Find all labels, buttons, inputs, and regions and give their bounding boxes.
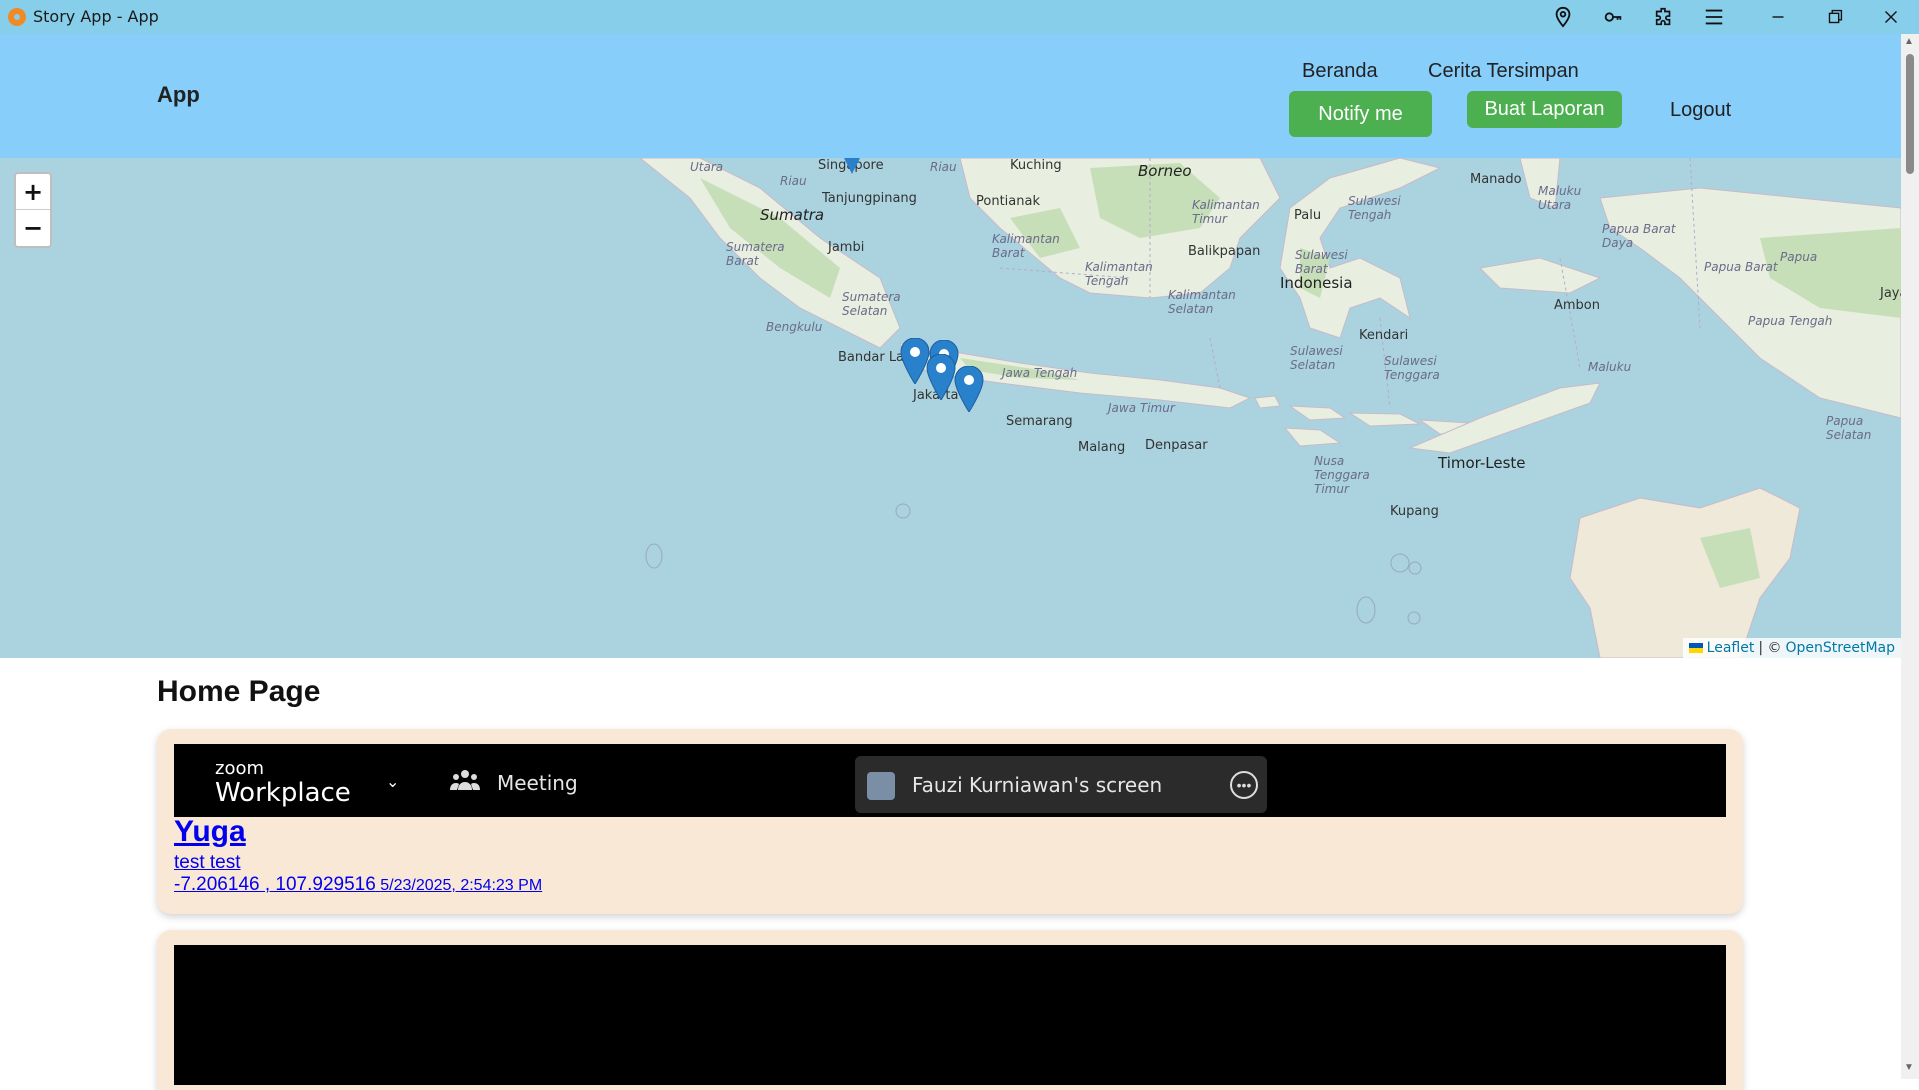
menu-icon[interactable] — [1699, 4, 1729, 30]
page-title: Home Page — [157, 675, 321, 708]
attribution-separator: | © — [1758, 640, 1782, 656]
zoom-share-pill: Fauzi Kurniawan's screen ••• — [855, 756, 1267, 813]
page-scrollbar[interactable]: ▲ ▼ — [1901, 34, 1919, 1079]
map-label-sumatera-selatan: Sumatera Selatan — [842, 290, 901, 318]
chevron-down-icon: ⌄ — [386, 774, 400, 791]
map-label-sulawesi-barat: Sulawesi Barat — [1295, 248, 1348, 276]
map-label-denpasar: Denpasar — [1145, 438, 1208, 453]
map-label-riau-2: Riau — [930, 160, 957, 174]
story-coordinates: -7.206146 , 107.929516 — [174, 874, 376, 895]
create-report-button[interactable]: Buat Laporan — [1467, 91, 1622, 128]
map-label-nusa-tenggara-timur: Nusa Tenggara Timur — [1314, 454, 1370, 496]
zoom-share-label: Fauzi Kurniawan's screen — [912, 773, 1163, 797]
map-label-papua-tengah: Papua Tengah — [1748, 314, 1833, 328]
map-label-kupang: Kupang — [1390, 504, 1439, 519]
map-label-ambon: Ambon — [1554, 298, 1601, 313]
story-name-link[interactable]: Yuga — [174, 815, 246, 849]
map-label-papua-barat-daya: Papua Barat Daya — [1602, 222, 1676, 250]
nav-beranda-link[interactable]: Beranda — [1302, 60, 1378, 83]
map-label-jambi: Jambi — [828, 240, 865, 255]
location-pin-icon[interactable] — [1548, 4, 1578, 30]
logout-link[interactable]: Logout — [1670, 99, 1731, 122]
openstreetmap-link[interactable]: OpenStreetMap — [1786, 640, 1895, 656]
map-label-kendari: Kendari — [1359, 328, 1409, 343]
scroll-down-arrow-icon[interactable]: ▼ — [1904, 1062, 1914, 1073]
map-label-balikpapan: Balikpapan — [1188, 244, 1261, 259]
story-card[interactable]: zoom Workplace ⌄ Meeting Fauzi Kurniawan… — [157, 729, 1743, 914]
app-header: App Beranda Cerita Tersimpan Notify me B… — [0, 34, 1901, 158]
scrollbar-thumb[interactable] — [1906, 54, 1914, 174]
map-label-bandar-lampung: Bandar La — [838, 350, 905, 365]
restore-icon[interactable] — [1820, 4, 1850, 30]
map-attribution: Leaflet | © OpenStreetMap — [1682, 638, 1901, 658]
app-icon — [8, 8, 26, 26]
zoom-in-button[interactable]: + — [16, 174, 50, 210]
map-label-sulawesi-tenggara: Sulawesi Tenggara — [1384, 354, 1440, 382]
map-marker-5[interactable] — [842, 158, 862, 174]
ukraine-flag-icon — [1688, 643, 1703, 653]
map-label-region-utara: Utara — [690, 160, 724, 174]
zoom-logo-workplace: Workplace — [215, 778, 351, 808]
map-label-timor-leste: Timor-Leste — [1438, 454, 1526, 472]
map-label-kalimantan-barat: Kalimantan Barat — [992, 232, 1060, 260]
map-label-sumatra: Sumatra — [760, 206, 825, 224]
map-label-maluku: Maluku — [1588, 360, 1632, 374]
map-label-maluku-utara: Maluku Utara — [1538, 184, 1582, 212]
map-label-papua: Papua — [1780, 250, 1818, 264]
zoom-logo-small: zoom — [215, 758, 265, 779]
map-label-manado: Manado — [1470, 172, 1522, 187]
leaflet-link[interactable]: Leaflet — [1707, 640, 1755, 656]
window-title: Story App - App — [33, 7, 159, 26]
map-label-kalimantan-tengah: Kalimantan Tengah — [1085, 260, 1153, 288]
map-label-malang: Malang — [1078, 440, 1126, 455]
more-options-icon: ••• — [1230, 771, 1258, 799]
map-label-kalimantan-selatan: Kalimantan Selatan — [1168, 288, 1236, 316]
map-marker-4[interactable] — [954, 366, 984, 412]
extensions-icon[interactable] — [1649, 4, 1679, 30]
map-label-papua-selatan: Papua Selatan — [1826, 414, 1872, 442]
zoom-meeting-label: Meeting — [497, 771, 578, 795]
zoom-out-button[interactable]: − — [16, 210, 50, 246]
close-icon[interactable] — [1876, 4, 1906, 30]
map-label-kalimantan-timur: Kalimantan Timur — [1192, 198, 1260, 226]
minimize-icon[interactable] — [1763, 4, 1793, 30]
map-label-tanjungpinang: Tanjungpinang — [822, 191, 917, 206]
map-zoom-control: + − — [14, 172, 52, 248]
map-marker-3[interactable] — [926, 354, 956, 400]
avatar — [867, 772, 895, 800]
story-meta[interactable]: -7.206146 , 107.929516 5/23/2025, 2:54:2… — [174, 874, 542, 896]
story-date: 5/23/2025, 2:54:23 PM — [380, 877, 543, 894]
map-label-jawa-timur: Jawa Timur — [1108, 401, 1175, 415]
notify-me-button[interactable]: Notify me — [1289, 91, 1432, 137]
map-label-jaya: Jaya — [1880, 286, 1901, 301]
map-label-sulawesi-selatan: Sulawesi Selatan — [1290, 344, 1343, 372]
map-label-sulawesi-tengah: Sulawesi Tengah — [1348, 194, 1401, 222]
map-label-palu: Palu — [1294, 208, 1322, 223]
story-image — [174, 945, 1726, 1085]
map-label-borneo: Borneo — [1138, 162, 1192, 180]
zoom-screenshot: zoom Workplace ⌄ Meeting Fauzi Kurniawan… — [174, 744, 1726, 817]
scroll-up-arrow-icon[interactable]: ▲ — [1904, 36, 1914, 47]
key-icon[interactable] — [1598, 4, 1628, 30]
story-image: zoom Workplace ⌄ Meeting Fauzi Kurniawan… — [174, 744, 1726, 817]
brand-title: App — [157, 82, 200, 107]
people-icon — [450, 770, 480, 790]
story-map[interactable]: Singapore Utara Tanjungpinang Sumatra Ri… — [0, 158, 1901, 658]
story-card[interactable] — [157, 930, 1743, 1090]
nav-saved-stories-link[interactable]: Cerita Tersimpan — [1428, 60, 1579, 83]
map-label-semarang: Semarang — [1006, 414, 1073, 429]
map-label-papua-barat: Papua Barat — [1704, 260, 1778, 274]
story-description[interactable]: test test — [174, 852, 241, 874]
map-label-riau: Riau — [780, 174, 807, 188]
map-label-indonesia: Indonesia — [1280, 274, 1353, 292]
window-titlebar: Story App - App — [0, 0, 1919, 34]
map-label-jawa-tengah: Jawa Tengah — [1002, 366, 1078, 380]
map-label-kuching: Kuching — [1010, 158, 1062, 173]
map-label-bengkulu: Bengkulu — [766, 320, 823, 334]
map-label-sumatera-barat: Sumatera Barat — [726, 240, 785, 268]
map-label-pontianak: Pontianak — [976, 194, 1040, 209]
